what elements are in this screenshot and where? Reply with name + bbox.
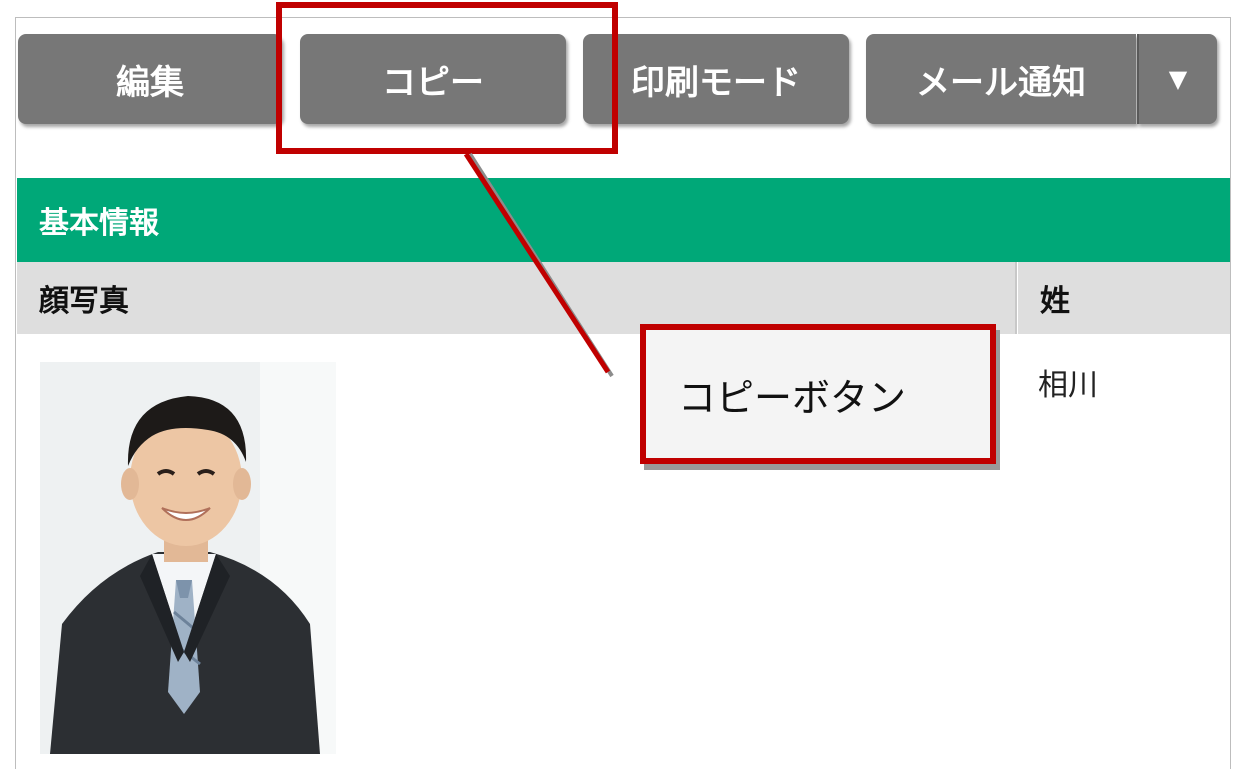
person-illustration-icon <box>40 362 336 754</box>
annotation-callout-text: コピーボタン <box>678 375 907 420</box>
column-header-last-name: 姓 <box>1018 262 1230 334</box>
print-mode-button[interactable]: 印刷モード <box>583 34 849 124</box>
annotation-callout: コピーボタン <box>640 324 996 464</box>
chevron-down-icon: ▼ <box>1168 65 1188 93</box>
last-name-value: 相川 <box>1038 368 1098 403</box>
edit-button-label: 編集 <box>116 62 184 103</box>
section-header: 基本情報 <box>17 178 1230 262</box>
print-mode-button-label: 印刷モード <box>631 62 801 103</box>
mail-notify-button[interactable]: メール通知 <box>866 34 1136 124</box>
column-header-last-name-label: 姓 <box>1040 284 1070 319</box>
edit-button[interactable]: 編集 <box>18 34 282 124</box>
mail-notify-button-label: メール通知 <box>916 62 1086 103</box>
more-dropdown-button[interactable]: ▼ <box>1137 34 1217 124</box>
column-header-photo-label: 顔写真 <box>39 284 129 319</box>
profile-photo <box>40 362 336 754</box>
copy-button-label: コピー <box>382 62 484 103</box>
copy-button[interactable]: コピー <box>300 34 566 124</box>
section-title: 基本情報 <box>39 206 159 241</box>
record-panel: 編集 コピー 印刷モード メール通知 ▼ 基本情報 顔写真 姓 相川 <box>15 17 1231 769</box>
